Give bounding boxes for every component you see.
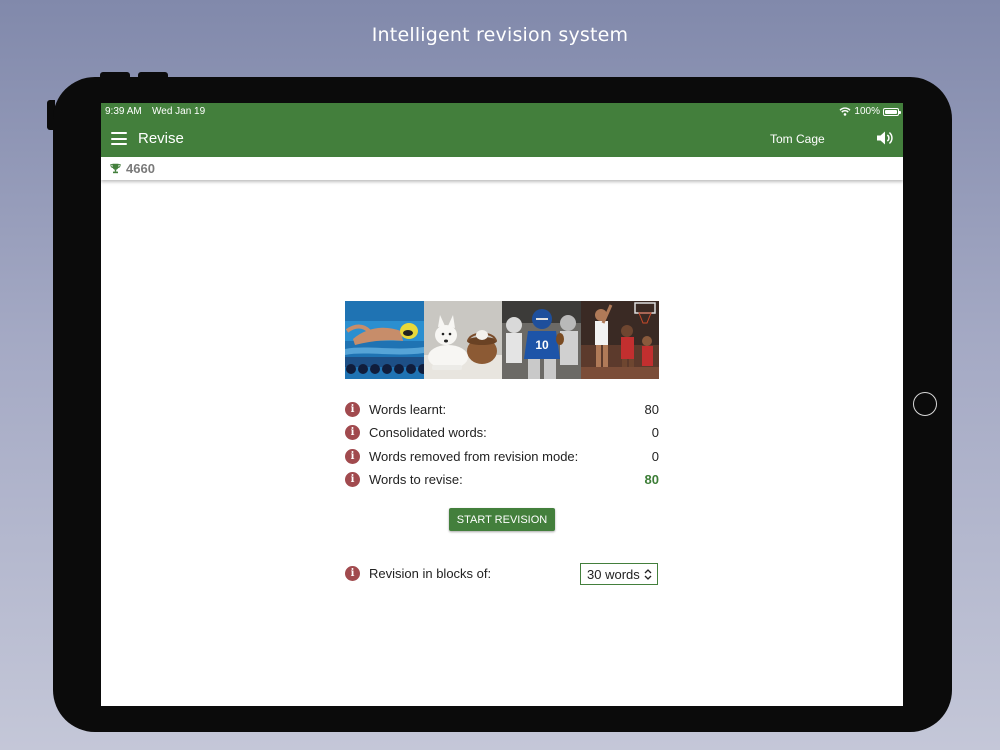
info-icon[interactable]: i — [345, 402, 360, 417]
info-icon[interactable]: i — [345, 449, 360, 464]
user-name[interactable]: Tom Cage — [770, 132, 825, 146]
basketball-photo — [580, 301, 659, 379]
battery-percent: 100% — [854, 106, 880, 117]
stat-value: 0 — [651, 425, 659, 440]
info-icon[interactable]: i — [345, 472, 360, 487]
info-icon[interactable]: i — [345, 425, 360, 440]
stat-label: Words to revise: — [369, 472, 463, 487]
headline: Intelligent revision system — [371, 24, 629, 46]
banner: 10 — [345, 301, 659, 379]
revision-blocks-select[interactable]: 30 words — [580, 563, 658, 585]
status-right: 100% — [839, 106, 901, 117]
info-icon[interactable]: i — [345, 566, 360, 581]
wifi-icon — [839, 107, 851, 116]
stat-label: Consolidated words: — [369, 425, 487, 440]
trophy-icon — [110, 163, 121, 174]
status-time: 9:39 AM — [105, 106, 142, 117]
tablet-screen: 9:39 AM Wed Jan 19 100% Revise Tom Cage — [101, 103, 903, 706]
swimmer-photo — [345, 301, 424, 379]
american-football-photo: 10 — [502, 301, 581, 379]
chevron-up-down-icon — [644, 569, 652, 580]
status-bar: 9:39 AM Wed Jan 19 100% — [101, 103, 903, 120]
stat-value: 80 — [644, 402, 659, 417]
start-revision-button[interactable]: START REVISION — [449, 508, 555, 531]
score-value: 4660 — [126, 161, 155, 176]
stat-words-removed: i Words removed from revision mode: 0 — [345, 447, 659, 467]
speaker-icon[interactable] — [876, 130, 894, 146]
menu-icon[interactable] — [111, 132, 127, 145]
revision-blocks-label: Revision in blocks of: — [369, 566, 492, 581]
svg-text:10: 10 — [535, 338, 549, 352]
stat-value: 0 — [651, 449, 659, 464]
page-title: Revise — [138, 130, 184, 147]
stat-consolidated-words: i Consolidated words: 0 — [345, 423, 659, 443]
stat-words-to-revise: i Words to revise: 80 — [345, 470, 659, 490]
home-button[interactable] — [913, 392, 937, 416]
stat-label: Words learnt: — [369, 402, 447, 417]
app-bar: Revise Tom Cage — [101, 120, 903, 157]
stat-label: Words removed from revision mode: — [369, 449, 579, 464]
stat-value-highlight: 80 — [644, 472, 659, 487]
battery-icon — [883, 107, 901, 116]
score-bar: 4660 — [101, 157, 903, 180]
dog-and-cat-photo — [423, 301, 502, 379]
revision-blocks-value: 30 words — [587, 567, 640, 582]
stat-words-learnt: i Words learnt: 80 — [345, 400, 659, 420]
status-date: Wed Jan 19 — [152, 106, 206, 117]
